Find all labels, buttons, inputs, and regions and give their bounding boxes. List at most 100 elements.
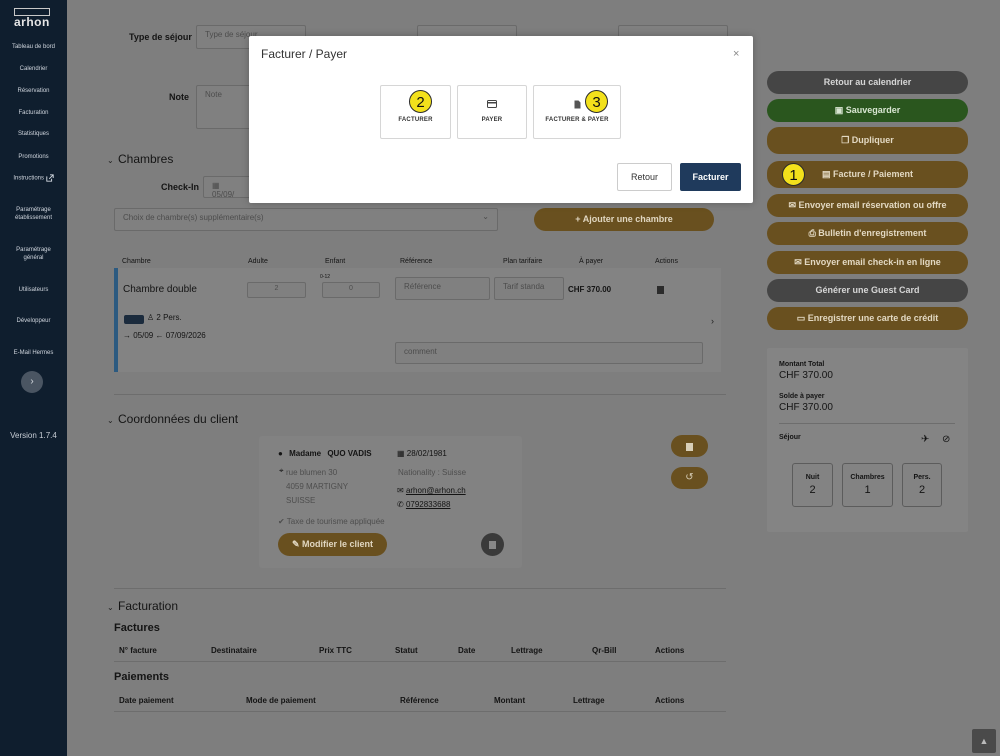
add-room-button[interactable]: + Ajouter une chambre [534, 208, 714, 231]
retour-button[interactable]: Retour [617, 163, 672, 191]
register-credit-card-label: Enregistrer une carte de crédit [807, 313, 939, 323]
client-email[interactable]: arhon@arhon.ch [406, 486, 466, 495]
stat-label: Pers. [913, 474, 931, 481]
invoice-payment-label: Facture / Paiement [832, 169, 914, 179]
envelope-icon: ✉ [794, 257, 805, 267]
back-to-calendar-button[interactable]: Retour au calendrier [767, 71, 968, 94]
edit-client-button[interactable]: ✎ Modifier le client [278, 533, 387, 556]
collapse-chambres-icon[interactable]: ⌄ [107, 156, 114, 165]
option-payer[interactable]: PAYER [457, 85, 527, 139]
send-checkin-email-button[interactable]: ✉ Envoyer email check-in en ligne [767, 251, 968, 274]
credit-card-icon [458, 100, 526, 110]
person-icon: ♙ [147, 313, 155, 322]
phone-icon: ✆ [397, 500, 406, 509]
factures-col-numero: N° facture [119, 646, 157, 655]
stay-dates-value: 05/09 ← 07/09/2026 [133, 331, 206, 340]
option-facturer-payer[interactable]: FACTURER & PAYER [533, 85, 621, 139]
sidebar-item-dashboard[interactable]: Tableau de bord [0, 43, 67, 51]
col-header-actions: Actions [655, 258, 678, 265]
factures-title: Factures [114, 622, 160, 634]
registration-form-button[interactable]: ⎙ Bulletin d'enregistrement [767, 222, 968, 245]
chevron-right-icon[interactable]: › [711, 316, 714, 326]
divider [779, 423, 955, 424]
sidebar-toggle-button[interactable]: › [21, 371, 43, 393]
client-doc-button[interactable] [671, 435, 708, 457]
sidebar-item-calendar[interactable]: Calendrier [0, 65, 67, 73]
rate-plan-select[interactable]: Tarif standa [494, 277, 564, 300]
paiements-col-montant: Montant [494, 696, 526, 705]
collapse-facturation-icon[interactable]: ⌄ [107, 603, 114, 612]
chambres-title: Chambres [118, 152, 174, 166]
client-salutation: Madame [289, 449, 322, 458]
phone-row[interactable]: ✆ 0792833688 [397, 500, 450, 509]
copy-icon: ❐ [841, 135, 852, 145]
comment-input[interactable]: comment [395, 342, 703, 364]
stat-rooms: Chambres 1 [842, 463, 893, 507]
client-phone[interactable]: 0792833688 [406, 500, 451, 509]
checkin-input[interactable]: ▦ 05/09/ [203, 176, 253, 199]
collapse-client-icon[interactable]: ⌄ [107, 416, 114, 425]
plane-icon: ✈ [921, 434, 930, 445]
sidebar-item-developer[interactable]: Développeur [0, 317, 67, 325]
sidebar-item-settings-establishment[interactable]: Paramétrage établissement [0, 206, 67, 222]
note-textarea[interactable]: Note [196, 85, 256, 129]
balance-label: Solde à payer [779, 393, 825, 400]
annotation-badge-2: 2 [409, 90, 432, 113]
sidebar-item-users[interactable]: Utilisateurs [0, 286, 67, 294]
chevron-right-icon: › [30, 376, 34, 387]
paiements-col-date: Date paiement [119, 696, 174, 705]
guest-card-button[interactable]: Générer une Guest Card [767, 279, 968, 302]
stay-label: Séjour [779, 434, 801, 441]
send-reservation-email-label: Envoyer email réservation ou offre [798, 200, 947, 210]
children-stepper[interactable]: 0 [322, 282, 380, 298]
room-select[interactable]: Choix de chambre(s) supplémentaire(s) ⌄ [114, 208, 498, 231]
envelope-icon: ✉ [397, 486, 406, 495]
divider [114, 588, 726, 589]
sidebar-item-label: Instructions [13, 175, 44, 182]
adults-stepper[interactable]: 2 [247, 282, 306, 298]
check-circle-icon: ✔ [278, 517, 287, 526]
annotation-badge-1: 1 [782, 163, 805, 186]
stat-label: Nuit [805, 474, 820, 481]
app-logo[interactable]: arhon [14, 15, 50, 29]
history-button[interactable]: ↺ [671, 467, 708, 489]
sidebar-item-settings-general[interactable]: Paramétrage général [0, 246, 67, 262]
client-address1: rue blumen 30 [286, 468, 338, 477]
sidebar-item-email-hermes[interactable]: E-Mail Hermes [0, 349, 67, 357]
scroll-to-top-button[interactable]: ▲ [972, 729, 996, 753]
save-button[interactable]: ▣ Sauvegarder [767, 99, 968, 122]
register-credit-card-button[interactable]: ▭ Enregistrer une carte de crédit [767, 307, 968, 330]
trash-icon [489, 540, 496, 549]
client-birthdate: 28/02/1981 [406, 449, 447, 458]
send-checkin-email-label: Envoyer email check-in en ligne [804, 257, 941, 267]
email-row[interactable]: ✉ arhon@arhon.ch [397, 486, 466, 495]
annotation-badge-3: 3 [585, 90, 608, 113]
registration-form-label: Bulletin d'enregistrement [818, 228, 927, 238]
sidebar-item-reservation[interactable]: Réservation [0, 87, 67, 95]
sidebar-item-promotions[interactable]: Promotions [0, 153, 67, 161]
factures-col-lettrage: Lettrage [511, 646, 543, 655]
sidebar-item-statistics[interactable]: Statistiques [0, 130, 67, 138]
col-header-chambre: Chambre [122, 258, 151, 265]
delete-client-button[interactable] [481, 533, 504, 556]
close-icon[interactable]: × [733, 48, 739, 60]
paiements-col-mode: Mode de paiement [246, 696, 316, 705]
divider [114, 711, 726, 712]
sidebar-item-billing[interactable]: Facturation [0, 109, 67, 117]
facturer-button[interactable]: Facturer [680, 163, 741, 191]
invoice-pay-modal: Facturer / Payer × FACTURER PAYER FACTUR… [249, 36, 753, 203]
external-link-icon [45, 174, 54, 182]
room-type-icon [124, 315, 144, 324]
send-reservation-email-button[interactable]: ✉ Envoyer email réservation ou offre [767, 194, 968, 217]
delete-room-icon[interactable] [657, 284, 664, 294]
edit-client-label: Modifier le client [302, 539, 374, 549]
duplicate-button[interactable]: ❐ Dupliquer [767, 127, 968, 154]
persons-value: 2 Pers. [156, 313, 182, 322]
sidebar-item-label: Paramétrage [16, 247, 51, 253]
factures-col-destinataire: Destinataire [211, 646, 257, 655]
sidebar-item-instructions[interactable]: Instructions [0, 174, 67, 183]
sidebar-item-label: Paramétrage [16, 207, 51, 213]
option-label: FACTURER & PAYER [545, 117, 609, 123]
reference-input[interactable]: Référence [395, 277, 490, 300]
chevron-up-icon: ▲ [979, 736, 989, 746]
